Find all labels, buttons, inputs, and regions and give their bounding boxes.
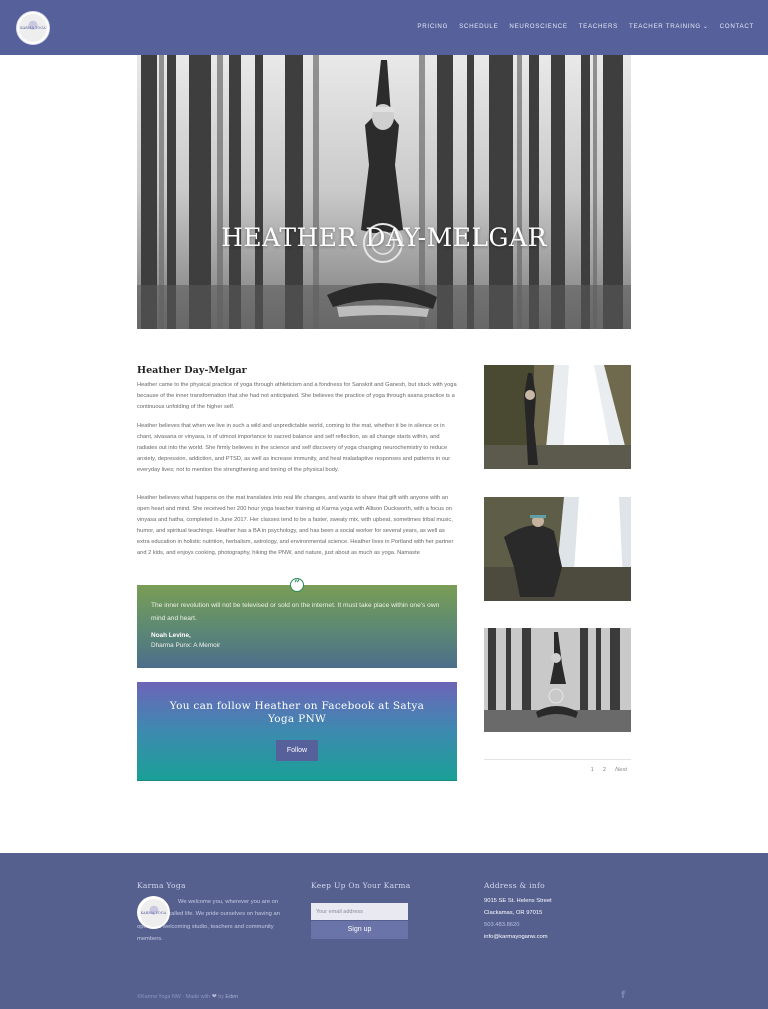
signup-button[interactable]: Sign up [311, 921, 408, 939]
maker-link[interactable]: Eden [225, 994, 238, 1000]
footer-logo-text: KARMA YOGA [140, 910, 167, 915]
quote-author: Noah Levine, [151, 632, 191, 639]
phone-link[interactable]: 503.483.8620 [484, 922, 519, 928]
article-paragraph-1: Heather came to the physical practice of… [137, 382, 457, 410]
heart-icon: ❤ [211, 994, 217, 1000]
address-street: 9015 SE St. Helens Street [484, 898, 552, 904]
chevron-down-icon: ⌄ [702, 24, 709, 30]
page-link-2[interactable]: 2 [603, 767, 606, 773]
nav-neuroscience[interactable]: NEUROSCIENCE [509, 23, 567, 30]
waterfall-photo-1[interactable] [484, 365, 631, 469]
quote-icon: ” [290, 578, 304, 592]
logo-text: KARMA YOGA [20, 26, 46, 30]
page-next-link[interactable]: Next [615, 767, 627, 773]
site-footer: Karma Yoga We welcome you, wherever you … [0, 853, 768, 1009]
waterfall-twist-pose-image [484, 497, 631, 601]
copyright-by: by [218, 994, 224, 1000]
nav-contact[interactable]: CONTACT [720, 23, 754, 30]
article-paragraph-2: Heather believes that when we live in su… [137, 423, 451, 473]
site-header: KARMA YOGA PRICING SCHEDULE NEUROSCIENCE… [0, 0, 768, 55]
article-paragraph-3: Heather believes what happens on the mat… [137, 495, 454, 556]
pagination-links: 1 2 Next [591, 767, 627, 773]
waterfall-tree-pose-image [484, 365, 631, 469]
copyright-text: ©Karma Yoga NW · Made with [137, 994, 211, 1000]
forest-lotus-pose-image [484, 628, 631, 732]
nav-teacher-training[interactable]: TEACHER TRAINING ⌄ [629, 23, 709, 30]
newsletter-email-input[interactable] [311, 903, 408, 920]
footer-logo: KARMA YOGA [137, 896, 170, 929]
quote-text: The inner revolution will not be televis… [151, 602, 440, 622]
footer-about-title: Karma Yoga [137, 881, 186, 890]
address-city: Clackamas, OR 97015 [484, 910, 543, 916]
copyright: ©Karma Yoga NW · Made with ❤ by Eden [137, 993, 238, 1000]
site-logo[interactable]: KARMA YOGA [16, 11, 50, 45]
pagination: 1 2 Next [484, 759, 631, 773]
article-title: Heather Day-Melgar [137, 365, 247, 376]
quote-source: Dharma Punx: A Memoir [151, 642, 221, 649]
lotus-icon: KARMA YOGA [19, 14, 47, 42]
email-link[interactable]: info@karmayoganw.com [484, 934, 548, 940]
waterfall-photo-2[interactable] [484, 497, 631, 601]
footer-address-title: Address & info [484, 881, 545, 890]
nav-teachers[interactable]: TEACHERS [579, 23, 618, 30]
nav-teacher-training-label: TEACHER TRAINING [628, 23, 701, 30]
hero-banner: HEATHER DAY-MELGAR [137, 55, 631, 329]
page-link-1[interactable]: 1 [591, 767, 594, 773]
facebook-cta: You can follow Heather on Facebook at Sa… [137, 682, 457, 781]
hero-title: HEATHER DAY-MELGAR [221, 223, 547, 252]
nav-pricing[interactable]: PRICING [417, 23, 448, 30]
facebook-icon[interactable]: f [621, 990, 625, 1001]
testimonial-quote: The inner revolution will not be televis… [137, 585, 457, 668]
main-nav: PRICING SCHEDULE NEUROSCIENCE TEACHERS T… [417, 23, 754, 30]
nav-schedule[interactable]: SCHEDULE [459, 23, 498, 30]
cta-title: You can follow Heather on Facebook at Sa… [169, 700, 425, 725]
lotus-icon: KARMA YOGA [139, 898, 168, 927]
footer-newsletter-title: Keep Up On Your Karma [311, 881, 411, 890]
forest-photo-3[interactable] [484, 628, 631, 732]
forest-yoga-photo [137, 55, 631, 329]
follow-button[interactable]: Follow [276, 740, 318, 761]
